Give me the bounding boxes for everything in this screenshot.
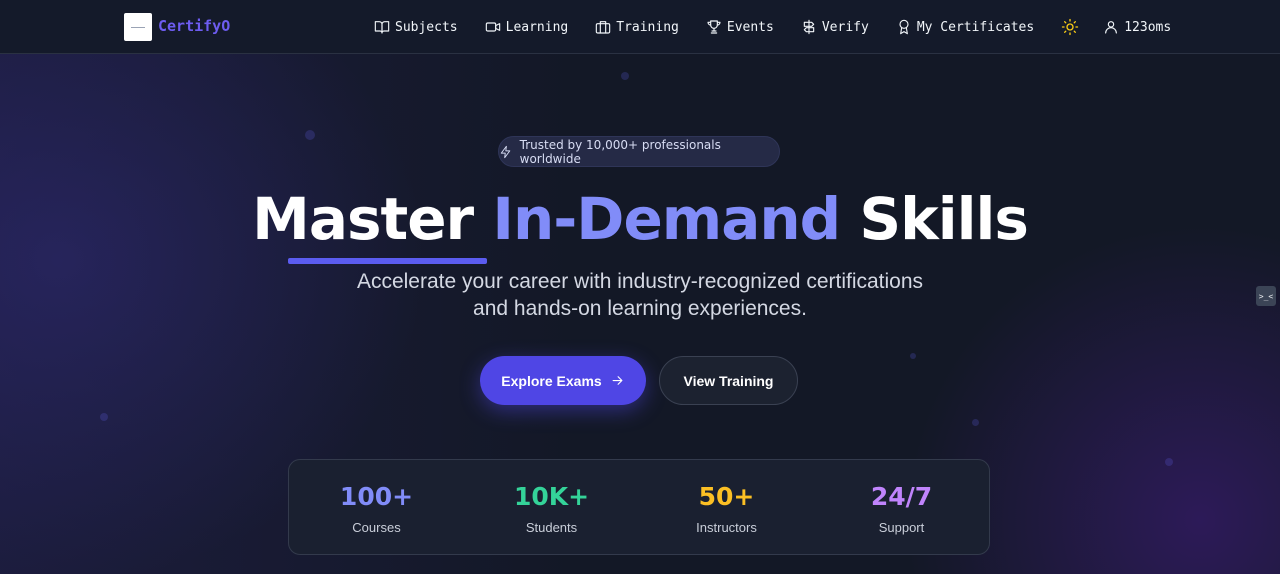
stat-label: Students xyxy=(525,520,578,535)
headline-part1: Master xyxy=(252,185,474,253)
logo[interactable] xyxy=(124,13,152,41)
main-nav: Subjects Learning Training Events Verify… xyxy=(374,0,1171,54)
nav-item-subjects[interactable]: Subjects xyxy=(374,19,458,35)
stats-panel: 100+ Courses 10K+ Students 50+ Instructo… xyxy=(288,459,990,555)
decorative-dot xyxy=(972,419,979,426)
nav-item-label: Events xyxy=(726,19,774,35)
stat-value: 24/7 xyxy=(870,482,933,511)
decorative-dot xyxy=(621,72,629,80)
decorative-dot xyxy=(1165,458,1173,466)
subtitle-line2: and hands-on learning experiences. xyxy=(473,297,807,320)
side-widget-button[interactable]: >_< xyxy=(1256,286,1276,306)
headline-accent: In-Demand xyxy=(492,185,841,253)
nav-item-training[interactable]: Training xyxy=(595,19,679,35)
stat-value: 50+ xyxy=(698,482,755,511)
subtitle-line1: Accelerate your career with industry-rec… xyxy=(356,270,924,293)
trophy-icon xyxy=(707,20,721,34)
user-icon xyxy=(1105,21,1118,34)
decorative-dot xyxy=(305,130,315,140)
briefcase-icon xyxy=(596,21,611,34)
hero-headline: Master In-Demand Skills xyxy=(0,185,1280,253)
lightning-icon xyxy=(500,145,511,158)
stat-support: 24/7 Support xyxy=(814,460,989,554)
stat-label: Courses xyxy=(352,520,401,535)
stat-students: 10K+ Students xyxy=(464,460,639,554)
nav-item-label: Training xyxy=(616,19,679,35)
stat-instructors: 50+ Instructors xyxy=(639,460,814,554)
trust-badge: Trusted by 10,000+ professionals worldwi… xyxy=(498,136,780,167)
stat-value: 100+ xyxy=(339,482,414,511)
nav-item-label: Learning xyxy=(505,19,569,35)
nav-item-label: Verify xyxy=(821,19,869,35)
nav-item-events[interactable]: Events xyxy=(706,19,774,35)
book-open-icon xyxy=(374,21,390,34)
nav-item-my-certificates[interactable]: My Certificates xyxy=(896,19,1034,35)
nav-item-label: My Certificates xyxy=(916,19,1035,35)
stat-label: Instructors xyxy=(696,520,757,535)
decorative-dot xyxy=(100,413,108,421)
headline-underline xyxy=(288,258,487,264)
explore-exams-label: Explore Exams xyxy=(501,372,602,389)
user-name: 123oms xyxy=(1124,19,1172,35)
hero-subtitle: Accelerate your career with industry-rec… xyxy=(0,268,1280,322)
stat-value: 10K+ xyxy=(513,482,590,511)
headline-part2: Skills xyxy=(859,185,1029,253)
brand-name[interactable]: CertifyO xyxy=(158,17,230,35)
stat-courses: 100+ Courses xyxy=(289,460,464,554)
nav-item-verify[interactable]: Verify xyxy=(801,19,869,35)
user-menu[interactable]: 123oms xyxy=(1103,19,1171,35)
nav-item-learning[interactable]: Learning xyxy=(485,19,569,35)
trust-badge-text: Trusted by 10,000+ professionals worldwi… xyxy=(519,137,721,166)
award-icon xyxy=(899,19,909,35)
stat-label: Support xyxy=(878,520,925,535)
view-training-button[interactable]: View Training xyxy=(659,356,798,405)
arrow-right-icon xyxy=(612,376,623,385)
explore-exams-button[interactable]: Explore Exams xyxy=(480,356,646,405)
sun-icon[interactable] xyxy=(1061,18,1079,36)
top-navbar: CertifyO Subjects Learning Training Even… xyxy=(0,0,1280,54)
video-camera-icon xyxy=(485,22,500,32)
nav-item-label: Subjects xyxy=(395,19,458,35)
signpost-icon xyxy=(803,19,815,35)
decorative-dot xyxy=(910,353,916,359)
